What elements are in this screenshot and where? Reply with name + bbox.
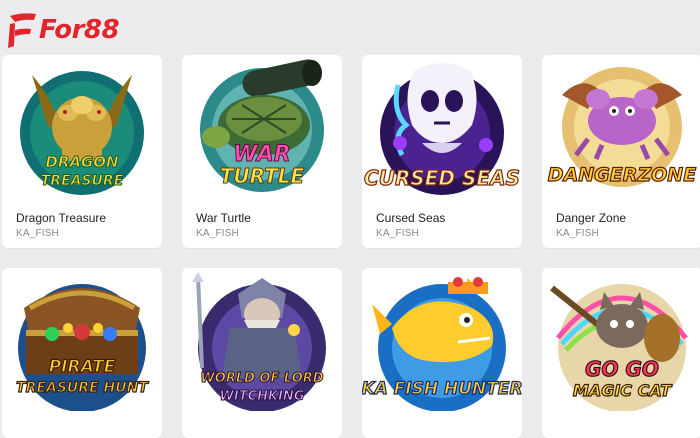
game-name: Cursed Seas — [376, 211, 446, 225]
game-name: War Turtle — [196, 211, 251, 225]
svg-text:PIRATE: PIRATE — [49, 357, 116, 377]
svg-text:GO GO: GO GO — [585, 357, 659, 381]
svg-text:KA FISH HUNTER: KA FISH HUNTER — [362, 379, 522, 399]
brand-logo[interactable]: For88 — [6, 8, 120, 52]
svg-text:TREASURE HUNT: TREASURE HUNT — [16, 380, 149, 396]
svg-text:TREASURE: TREASURE — [41, 173, 124, 189]
game-name: Dragon Treasure — [16, 211, 107, 225]
for88-logo-icon — [8, 13, 36, 48]
game-provider: KA_FISH — [376, 228, 420, 239]
game-card-dragon-treasure[interactable]: DRAGON TREASURE Dragon Treasure KA_FISH — [2, 55, 162, 248]
svg-text:DRAGON: DRAGON — [45, 153, 119, 171]
game-provider: KA_FISH — [556, 228, 600, 239]
svg-text:WITCHKING: WITCHKING — [220, 389, 305, 404]
game-thumbnail: CURSED SEAS — [362, 55, 522, 198]
game-card-world-of-lord-witchking[interactable]: WORLD OF LORD WITCHKING — [182, 268, 342, 438]
svg-text:CURSED SEAS: CURSED SEAS — [364, 166, 520, 190]
game-card-ka-fish-hunter[interactable]: KA FISH HUNTER — [362, 268, 522, 438]
game-thumbnail: KA FISH HUNTER — [362, 268, 522, 411]
game-card-pirate-treasure-hunt[interactable]: PIRATE TREASURE HUNT — [2, 268, 162, 438]
svg-text:WORLD OF LORD: WORLD OF LORD — [200, 371, 323, 386]
game-name: Danger Zone — [556, 211, 627, 225]
logo-text: For88 — [39, 15, 120, 45]
game-thumbnail: WAR TURTLE — [182, 55, 342, 198]
game-card-war-turtle[interactable]: WAR TURTLE War Turtle KA_FISH — [182, 55, 342, 248]
game-thumbnail: WORLD OF LORD WITCHKING — [182, 268, 342, 411]
game-card-go-go-magic-cat[interactable]: GO GO MAGIC CAT — [542, 268, 700, 438]
game-provider: KA_FISH — [196, 228, 240, 239]
game-card-cursed-seas[interactable]: CURSED SEAS Cursed Seas KA_FISH — [362, 55, 522, 248]
game-card-danger-zone[interactable]: DANGERZONE Danger Zone KA_FISH — [542, 55, 700, 248]
game-thumbnail: DRAGON TREASURE — [2, 55, 162, 198]
svg-text:MAGIC CAT: MAGIC CAT — [573, 381, 672, 400]
game-provider: KA_FISH — [16, 228, 60, 239]
game-thumbnail: DANGERZONE — [542, 55, 700, 198]
svg-text:DANGERZONE: DANGERZONE — [548, 164, 696, 186]
game-thumbnail: GO GO MAGIC CAT — [542, 268, 700, 411]
svg-text:TURTLE: TURTLE — [220, 164, 305, 188]
game-thumbnail: PIRATE TREASURE HUNT — [2, 268, 162, 411]
